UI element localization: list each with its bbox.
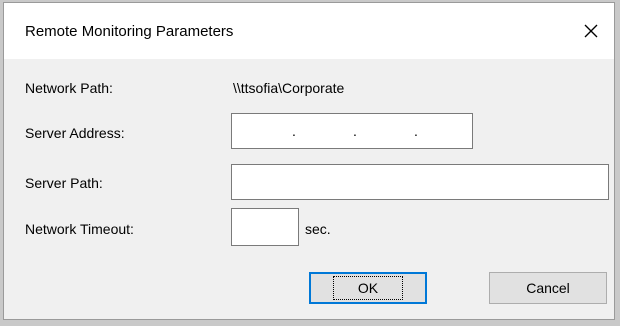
network-timeout-input[interactable] <box>231 208 299 246</box>
network-timeout-label: Network Timeout: <box>25 221 134 237</box>
server-address-ip-field[interactable]: . . . <box>231 113 473 149</box>
dialog-window: Remote Monitoring Parameters Network Pat… <box>3 2 615 320</box>
ip-separator-1: . <box>292 123 296 139</box>
close-icon <box>584 24 598 38</box>
dialog-title: Remote Monitoring Parameters <box>25 23 234 40</box>
ip-separator-3: . <box>414 123 418 139</box>
close-button[interactable] <box>568 3 614 59</box>
server-path-input[interactable] <box>231 164 609 200</box>
network-path-value: \\ttsofia\Corporate <box>233 80 345 96</box>
network-path-label: Network Path: <box>25 80 113 96</box>
timeout-unit-label: sec. <box>305 221 331 237</box>
ok-button-label: OK <box>332 276 404 300</box>
ip-separator-2: . <box>353 123 357 139</box>
cancel-button[interactable]: Cancel <box>489 272 607 304</box>
server-path-label: Server Path: <box>25 175 103 191</box>
title-bar: Remote Monitoring Parameters <box>4 3 614 59</box>
server-address-label: Server Address: <box>25 125 125 141</box>
ok-button[interactable]: OK <box>309 272 427 304</box>
